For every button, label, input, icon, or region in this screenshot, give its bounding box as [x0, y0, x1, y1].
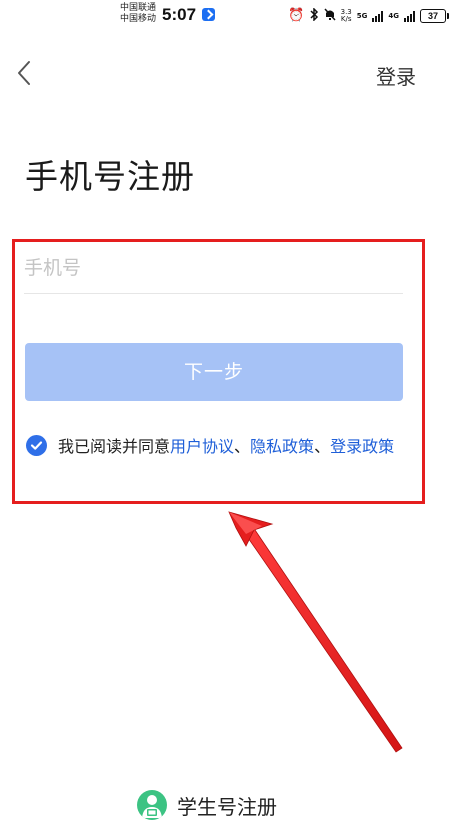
agreement-text: 我已阅读并同意用户协议、隐私政策、登录政策: [58, 432, 403, 461]
bluetooth-icon: [310, 6, 319, 25]
annotation-arrow: [228, 511, 403, 753]
status-bar: 中国联通 中国移动 5:07 ⏰ 3.3 K/s 5G 4G 37: [0, 0, 458, 34]
battery-icon: 37: [420, 9, 449, 23]
network-speed-unit: K/s: [340, 15, 352, 23]
check-icon: [30, 441, 43, 450]
chevron-left-icon: [18, 61, 30, 85]
page-title: 手机号注册: [25, 157, 195, 196]
carrier-1: 中国联通: [120, 3, 157, 13]
input-underline: [24, 293, 403, 294]
carrier-2: 中国移动: [120, 14, 157, 24]
agreement-prefix: 我已阅读并同意: [58, 437, 171, 456]
alarm-icon: ⏰: [288, 8, 305, 23]
status-icons: ⏰ 3.3 K/s 5G 4G 37: [288, 5, 449, 27]
student-register-label: 学生号注册: [177, 794, 277, 819]
agreement-separator-1: 、: [234, 437, 251, 456]
back-button[interactable]: [12, 58, 40, 88]
status-time: 5:07: [162, 5, 197, 24]
carrier-info: 中国联通 中国移动: [120, 3, 156, 25]
network-type-1: 5G: [356, 12, 368, 20]
signal-icon: [372, 10, 384, 22]
app-notification-icon: [202, 8, 215, 21]
signal-icon-2: [404, 10, 415, 22]
student-register-button[interactable]: 学生号注册: [137, 790, 277, 820]
privacy-policy-link[interactable]: 隐私政策: [250, 437, 314, 456]
phone-input[interactable]: [24, 246, 402, 290]
login-policy-link[interactable]: 登录政策: [330, 437, 394, 456]
mute-icon: [324, 7, 336, 25]
network-type-2: 4G: [388, 12, 399, 20]
battery-level: 37: [427, 11, 438, 21]
student-icon: [137, 790, 167, 820]
network-speed: 3.3 K/s: [341, 9, 352, 23]
agree-checkbox[interactable]: [26, 435, 47, 456]
next-step-button[interactable]: 下一步: [25, 343, 403, 401]
login-link[interactable]: 登录: [376, 61, 416, 90]
agreement-separator-2: 、: [314, 437, 331, 456]
user-agreement-link[interactable]: 用户协议: [170, 437, 234, 456]
